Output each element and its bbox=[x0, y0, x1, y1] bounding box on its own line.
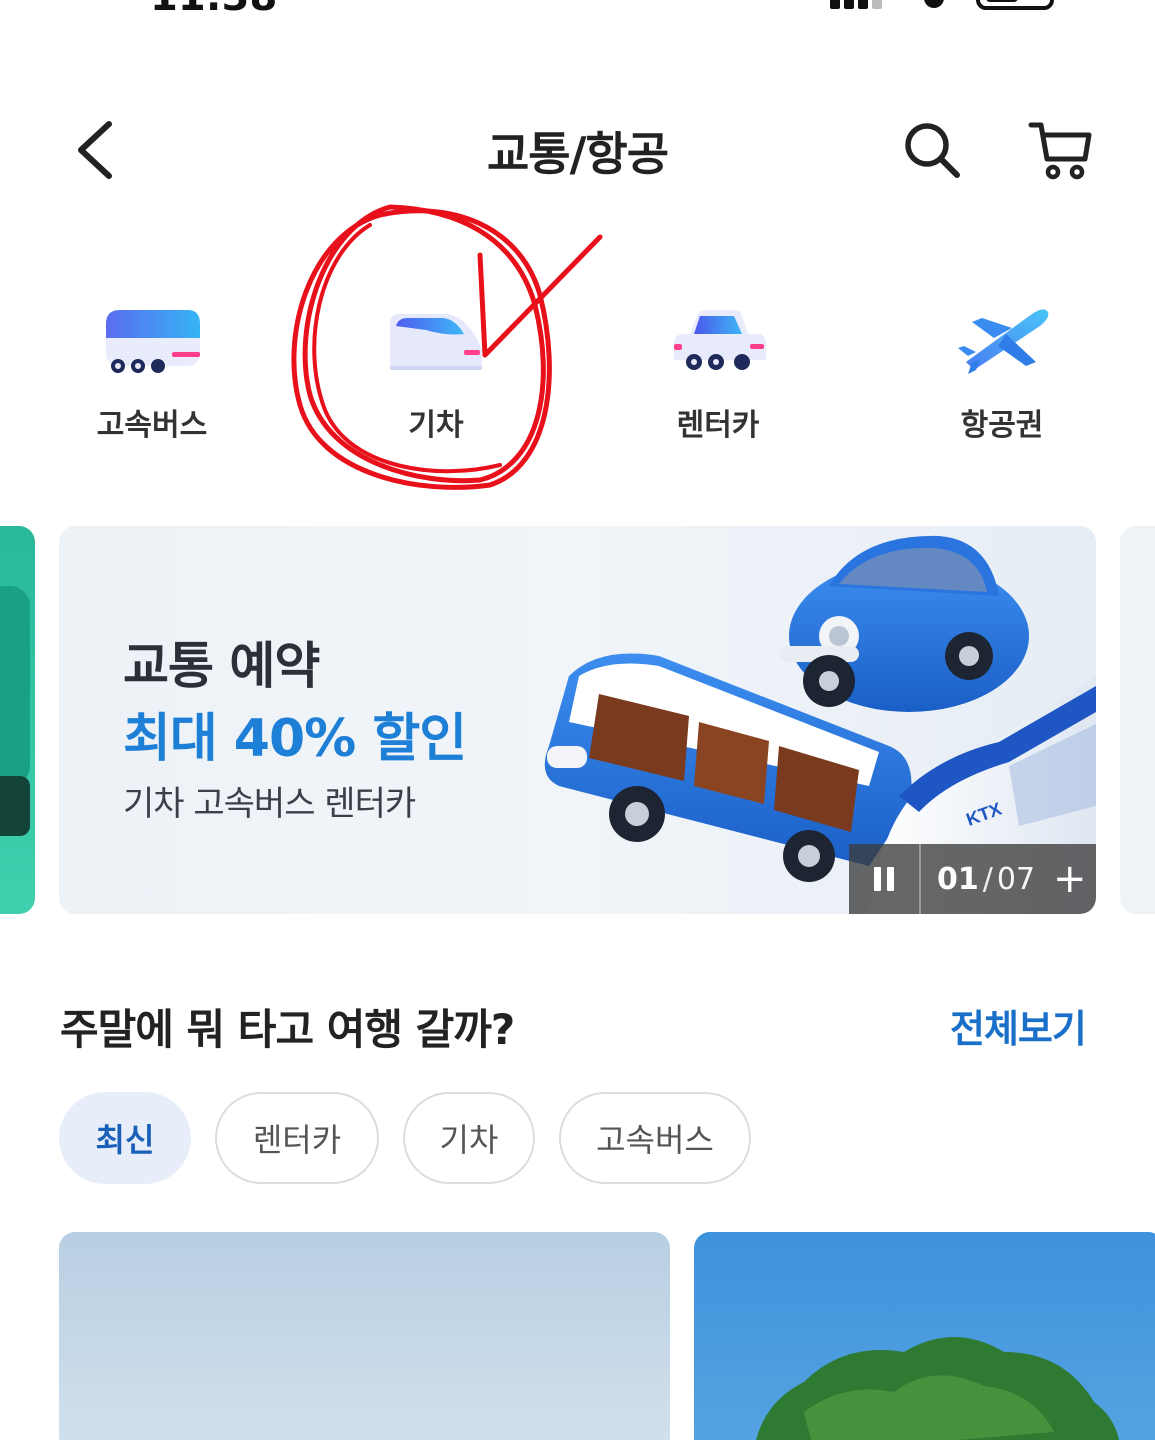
section-title: 주말에 뭐 타고 여행 갈까? bbox=[60, 1005, 515, 1054]
banner-discount: 최대 40% 할인 bbox=[123, 709, 467, 769]
content-card[interactable] bbox=[694, 1232, 1155, 1440]
wifi-icon bbox=[924, 0, 944, 8]
car-illustration bbox=[779, 535, 1029, 712]
category-train[interactable]: 기차 bbox=[336, 290, 536, 450]
carousel-controls: 01 / 07 + bbox=[849, 844, 1096, 914]
pause-icon bbox=[874, 867, 881, 891]
express-bus-icon bbox=[106, 310, 200, 373]
banner-next-peek[interactable] bbox=[1120, 526, 1155, 914]
category-airplane[interactable]: 항공권 bbox=[902, 290, 1102, 450]
tree-image bbox=[756, 1337, 1119, 1440]
pause-button[interactable] bbox=[849, 844, 921, 914]
category-rental-car[interactable]: 렌터카 bbox=[618, 290, 818, 450]
airplane-icon bbox=[958, 309, 1049, 374]
category-express-bus[interactable]: 고속버스 bbox=[52, 290, 252, 450]
chip-train[interactable]: 기차 bbox=[403, 1092, 535, 1184]
category-label: 렌터카 bbox=[676, 408, 760, 443]
rental-car-icon bbox=[674, 310, 766, 370]
top-app-bar: 교통/항공 bbox=[0, 100, 1155, 200]
content-card[interactable] bbox=[59, 1232, 670, 1440]
banner-headline: 교통 예약 bbox=[123, 637, 320, 695]
pager-total: 07 bbox=[996, 861, 1036, 897]
pager-current: 01 bbox=[937, 861, 979, 897]
cart-icon bbox=[1028, 122, 1092, 180]
carousel-pager: 01 / 07 + bbox=[921, 859, 1087, 899]
category-label: 항공권 bbox=[960, 408, 1044, 443]
battery-icon bbox=[976, 0, 1054, 10]
status-bar: 11:38 bbox=[0, 0, 1155, 20]
chip-express-bus[interactable]: 고속버스 bbox=[559, 1092, 751, 1184]
banner-previous-peek[interactable] bbox=[0, 526, 35, 914]
chip-rental-car[interactable]: 렌터카 bbox=[215, 1092, 379, 1184]
category-menu: 고속버스 기차 렌터카 항공권 bbox=[0, 290, 1155, 460]
cart-button[interactable] bbox=[1022, 114, 1098, 186]
mountain-image bbox=[59, 1432, 670, 1440]
search-button[interactable] bbox=[896, 114, 968, 186]
banner-subtext: 기차 고속버스 렌터카 bbox=[123, 784, 416, 824]
plus-icon[interactable]: + bbox=[1053, 859, 1087, 899]
signal-icon bbox=[830, 0, 886, 9]
status-time: 11:38 bbox=[150, 0, 277, 20]
page-title: 교통/항공 bbox=[486, 127, 669, 181]
pager-separator: / bbox=[982, 861, 993, 897]
search-icon bbox=[905, 123, 960, 178]
train-icon bbox=[390, 314, 482, 370]
see-all-link[interactable]: 전체보기 bbox=[950, 998, 1087, 1053]
category-label: 기차 bbox=[408, 408, 464, 443]
chip-latest[interactable]: 최신 bbox=[59, 1092, 191, 1184]
category-label: 고속버스 bbox=[96, 408, 208, 443]
promo-banner[interactable]: 교통 예약 최대 40% 할인 기차 고속버스 렌터카 KTX 01 / 07 … bbox=[59, 526, 1096, 914]
